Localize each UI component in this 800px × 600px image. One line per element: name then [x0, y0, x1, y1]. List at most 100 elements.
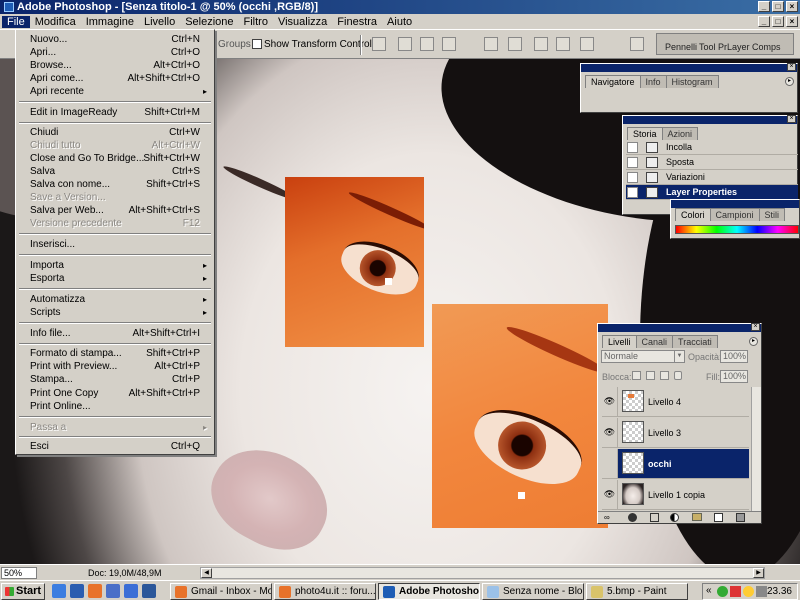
lock-position-icon[interactable] [660, 371, 669, 380]
menu-item-print-preview[interactable]: Print with Preview... Alt+Ctrl+P [18, 360, 212, 373]
menu-item-info-file[interactable]: Info file... Alt+Shift+Ctrl+I [18, 327, 212, 340]
start-button[interactable]: Start [1, 583, 45, 600]
palette-close-icon[interactable]: × [787, 115, 796, 123]
distribute-bottom-icon[interactable] [534, 37, 548, 51]
zoom-field[interactable]: 50% [1, 567, 37, 579]
menu-item-automatizza[interactable]: Automatizza ▸ [18, 293, 212, 306]
menu-item-edit-imageready[interactable]: Edit in ImageReady Shift+Ctrl+M [18, 106, 212, 119]
task-gmail[interactable]: Gmail - Inbox - Mo... [170, 583, 272, 600]
palette-title-bar[interactable]: × [623, 115, 797, 124]
menu-filtro[interactable]: Filtro [239, 16, 273, 28]
color-spectrum-bar[interactable] [675, 225, 799, 234]
align-vcenter-icon[interactable] [398, 37, 412, 51]
menu-aiuto[interactable]: Aiuto [382, 16, 417, 28]
layer-row[interactable]: 👁 Livello 3 [602, 418, 749, 448]
menu-item-nuovo[interactable]: Nuovo... Ctrl+N [18, 33, 212, 46]
scroll-right-icon[interactable]: ▶ [753, 568, 764, 578]
tab-navigatore[interactable]: Navigatore [585, 75, 641, 88]
menu-item-print-online[interactable]: Print Online... [18, 400, 212, 413]
new-layer-icon[interactable] [714, 513, 723, 522]
distribute-top-icon[interactable] [484, 37, 498, 51]
align-top-icon[interactable] [372, 37, 386, 51]
task-paint[interactable]: 5.bmp - Paint [586, 583, 688, 600]
desktop-icon[interactable] [70, 584, 84, 598]
tab-canali[interactable]: Canali [635, 335, 674, 348]
task-notepad[interactable]: Senza nome - Bloc... [482, 583, 584, 600]
link-icon[interactable]: ∞ [604, 513, 610, 522]
tab-stili[interactable]: Stili [758, 208, 786, 221]
tab-histogram[interactable]: Histogram [665, 75, 719, 88]
palette-menu-icon[interactable]: ▸ [749, 337, 758, 346]
menu-item-browse[interactable]: Browse... Alt+Ctrl+O [18, 59, 212, 72]
history-checkbox[interactable] [627, 157, 638, 168]
fill-field[interactable]: 100% [720, 370, 748, 383]
menu-item-salva-per-web[interactable]: Salva per Web... Alt+Shift+Ctrl+S [18, 204, 212, 217]
layer-mask-icon[interactable] [650, 513, 659, 522]
eye-icon[interactable]: 👁 [602, 387, 618, 416]
lock-all-icon[interactable] [674, 371, 682, 380]
lock-pixels-icon[interactable] [646, 371, 655, 380]
align-bottom-icon[interactable] [420, 37, 434, 51]
tab-colori[interactable]: Colori [675, 208, 711, 221]
menu-item-apri[interactable]: Apri... Ctrl+O [18, 46, 212, 59]
eye-icon[interactable]: 👁 [602, 480, 618, 509]
menu-item-save-version[interactable]: Save a Version... [18, 191, 212, 204]
blend-mode-select[interactable]: Normale ▼ [601, 350, 685, 363]
eye-hidden-icon[interactable] [602, 449, 618, 478]
file-browser-icon[interactable] [630, 37, 644, 51]
menu-item-passa-a[interactable]: Passa a ▸ [18, 421, 212, 434]
tab-livelli[interactable]: Livelli [602, 335, 637, 348]
history-checkbox[interactable] [627, 187, 638, 198]
menu-item-esporta[interactable]: Esporta ▸ [18, 272, 212, 285]
palette-menu-icon[interactable]: ▸ [785, 77, 794, 86]
menu-selezione[interactable]: Selezione [180, 16, 238, 28]
palette-close-icon[interactable]: × [787, 63, 796, 71]
menu-livello[interactable]: Livello [139, 16, 180, 28]
menu-item-apri-come[interactable]: Apri come... Alt+Shift+Ctrl+O [18, 72, 212, 85]
history-row[interactable]: Incolla [626, 140, 798, 155]
well-tab-tool-presets[interactable]: Tool Pr [699, 42, 727, 52]
minimize-button[interactable]: _ [758, 1, 770, 12]
menu-item-scripts[interactable]: Scripts ▸ [18, 306, 212, 319]
tab-tracciati[interactable]: Tracciati [672, 335, 718, 348]
tab-info[interactable]: Info [639, 75, 667, 88]
show-transform-checkbox[interactable] [252, 39, 262, 49]
tray-expand-icon[interactable]: « [706, 585, 712, 596]
menu-item-inserisci[interactable]: Inserisci... [18, 238, 212, 251]
adjustment-layer-icon[interactable] [670, 513, 679, 522]
tab-campioni[interactable]: Campioni [709, 208, 760, 221]
menu-item-formato-stampa[interactable]: Formato di stampa... Shift+Ctrl+P [18, 347, 212, 360]
menu-item-chiudi[interactable]: Chiudi Ctrl+W [18, 126, 212, 139]
tray-volume-icon[interactable] [756, 586, 767, 597]
history-checkbox[interactable] [627, 142, 638, 153]
menu-item-versione-precedente[interactable]: Versione precedente F12 [18, 217, 212, 230]
menu-item-stampa[interactable]: Stampa... Ctrl+P [18, 373, 212, 386]
layer-row[interactable]: 👁 Livello 4 [602, 387, 749, 417]
tray-clock[interactable]: 23.36 [767, 586, 792, 597]
app-icon[interactable] [106, 584, 120, 598]
palette-title-bar[interactable]: × [598, 323, 761, 332]
palette-title-bar[interactable]: × [581, 63, 797, 72]
well-tab-layer-comps[interactable]: Layer Comps [727, 42, 781, 52]
tab-storia[interactable]: Storia [627, 127, 663, 140]
palette-title-bar[interactable] [671, 200, 799, 208]
doc-minimize-button[interactable]: _ [758, 16, 770, 27]
menu-visualizza[interactable]: Visualizza [273, 16, 332, 28]
tray-app-icon[interactable] [717, 586, 728, 597]
scroll-left-icon[interactable]: ◀ [201, 568, 212, 578]
layer-row[interactable]: 👁 Livello 1 copia [602, 480, 749, 510]
firefox-icon[interactable] [88, 584, 102, 598]
tray-messenger-icon[interactable] [743, 586, 754, 597]
distribute-vcenter-icon[interactable] [508, 37, 522, 51]
word-icon[interactable] [142, 584, 156, 598]
maximize-button[interactable]: □ [772, 1, 784, 12]
history-row[interactable]: Sposta [626, 155, 798, 170]
menu-file[interactable]: File [2, 15, 30, 28]
layers-scrollbar[interactable] [751, 387, 761, 511]
menu-item-print-one-copy[interactable]: Print One Copy Alt+Shift+Ctrl+P [18, 387, 212, 400]
distribute-left-icon[interactable] [556, 37, 570, 51]
menu-finestra[interactable]: Finestra [332, 16, 382, 28]
menu-item-salva[interactable]: Salva Ctrl+S [18, 165, 212, 178]
close-button[interactable]: × [786, 1, 798, 12]
menu-modifica[interactable]: Modifica [30, 16, 81, 28]
